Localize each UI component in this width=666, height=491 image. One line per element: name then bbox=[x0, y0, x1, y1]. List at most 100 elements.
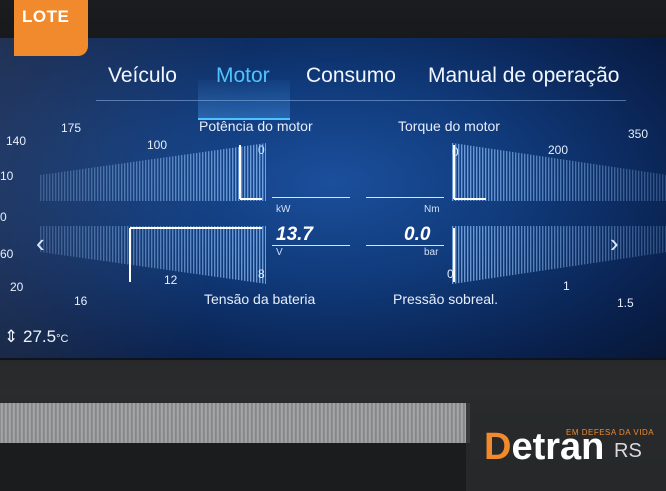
gauge-bar-segment bbox=[557, 226, 559, 269]
torque-rule-top bbox=[366, 197, 444, 198]
gauge-bar-segment bbox=[262, 143, 264, 201]
gauge-bar-segment bbox=[461, 226, 463, 283]
gauge-bar-segment bbox=[145, 226, 147, 267]
gauge-bar-segment bbox=[97, 226, 99, 261]
gauge-bar-segment bbox=[623, 226, 625, 259]
gauge-bar-segment bbox=[109, 165, 111, 201]
gauge-bar-segment bbox=[70, 226, 72, 257]
gauge-bar-segment bbox=[160, 226, 162, 270]
gauge-bar-segment bbox=[497, 226, 499, 278]
gauge-bar-segment bbox=[124, 226, 126, 264]
gauge-bar-segment bbox=[196, 226, 198, 275]
temperature-unit: °C bbox=[56, 333, 69, 345]
gauge-bar-segment bbox=[599, 164, 601, 201]
gauge-bar-segment bbox=[464, 226, 466, 283]
gauge-bar-segment bbox=[500, 150, 502, 201]
gauge-bar-segment bbox=[106, 226, 108, 262]
gauge-bar-segment bbox=[241, 146, 243, 201]
boost-tick-0: 0 bbox=[447, 267, 454, 281]
battery-title: Tensão da bateria bbox=[204, 291, 316, 307]
gauge-bar-segment bbox=[166, 226, 168, 270]
gauge-bar-segment bbox=[629, 226, 631, 258]
gauge-bar-segment bbox=[596, 226, 598, 263]
gauge-bar-segment bbox=[232, 147, 234, 201]
gauge-bar-segment bbox=[518, 152, 520, 201]
gauge-bar-segment bbox=[178, 226, 180, 272]
tab-manual-operacao[interactable]: Manual de operação bbox=[428, 64, 619, 88]
gauge-bar-segment bbox=[458, 143, 460, 201]
gauge-bar-segment bbox=[467, 226, 469, 282]
gauge-bar-segment bbox=[49, 226, 51, 254]
gauge-bar-segment bbox=[488, 148, 490, 201]
gauge-bar-segment bbox=[515, 152, 517, 201]
gauge-bar-segment bbox=[527, 226, 529, 273]
detran-logo-suffix: RS bbox=[614, 440, 642, 462]
gauge-bar-segment bbox=[656, 226, 658, 254]
gauge-bar-segment bbox=[190, 226, 192, 274]
gauge-bar-segment bbox=[121, 226, 123, 264]
gauge-bar-segment bbox=[485, 226, 487, 280]
temperature-value: 27.5 bbox=[22, 327, 57, 346]
gauge-bar-segment bbox=[61, 171, 63, 201]
gauge-bar-segment bbox=[52, 173, 54, 201]
dashboard-lower-panel bbox=[0, 443, 470, 491]
detran-logo-text: Detran bbox=[484, 426, 604, 469]
gauge-bar-segment bbox=[584, 162, 586, 201]
gauge-bar-segment bbox=[644, 171, 646, 201]
gauge-bar-segment bbox=[49, 173, 51, 201]
tab-motor[interactable]: Motor bbox=[216, 64, 270, 88]
gauge-bar-segment bbox=[602, 165, 604, 201]
gauge-bar-segment bbox=[130, 162, 132, 201]
gauge-bar-segment bbox=[103, 166, 105, 201]
gauge-bar-segment bbox=[214, 150, 216, 201]
gauge-bar-segment bbox=[250, 145, 252, 201]
gauge-bar-segment bbox=[473, 146, 475, 201]
gauge-bar-segment bbox=[503, 150, 505, 201]
gauge-bar-segment bbox=[662, 226, 664, 253]
tab-veiculo[interactable]: Veículo bbox=[108, 64, 177, 88]
gauge-bar-segment bbox=[97, 166, 99, 201]
gauge-bar-segment bbox=[491, 226, 493, 279]
tab-consumo[interactable]: Consumo bbox=[306, 64, 396, 88]
gauge-bar-segment bbox=[578, 226, 580, 266]
gauge-bar-segment bbox=[587, 163, 589, 201]
next-page-arrow-icon[interactable]: › bbox=[610, 228, 619, 259]
gauge-bar-segment bbox=[151, 159, 153, 201]
gauge-bar-segment bbox=[220, 226, 222, 278]
boost-tick-1: 1 bbox=[563, 279, 570, 293]
gauge-bar-segment bbox=[187, 226, 189, 273]
gauge-bar-segment bbox=[265, 143, 266, 201]
gauge-bar-segment bbox=[521, 226, 523, 274]
gauge-bar-segment bbox=[590, 226, 592, 264]
gauge-bar-segment bbox=[578, 161, 580, 201]
gauge-bar-segment bbox=[641, 226, 643, 256]
gauge-bar-segment bbox=[494, 226, 496, 278]
boost-gauge-bars bbox=[452, 226, 666, 284]
gauge-bar-segment bbox=[259, 143, 261, 201]
prev-page-arrow-icon[interactable]: ‹ bbox=[36, 228, 45, 259]
gauge-bar-segment bbox=[214, 226, 216, 277]
battery-tick-8: 8 bbox=[258, 267, 265, 281]
gauge-bar-segment bbox=[265, 226, 266, 284]
gauge-bar-segment bbox=[632, 169, 634, 201]
gauge-bar-segment bbox=[157, 158, 159, 201]
gauge-bar-segment bbox=[73, 226, 75, 257]
gauge-bar-segment bbox=[467, 145, 469, 201]
gauge-bar-segment bbox=[43, 174, 45, 201]
gauge-bar-segment bbox=[593, 226, 595, 263]
gauge-bar-segment bbox=[175, 155, 177, 201]
gauge-bar-segment bbox=[154, 158, 156, 201]
gauge-bar-segment bbox=[542, 156, 544, 201]
gauge-bar-segment bbox=[629, 169, 631, 201]
gauge-bar-segment bbox=[193, 153, 195, 201]
gauge-bar-segment bbox=[575, 226, 577, 266]
boost-tick-1-5: 1.5 bbox=[617, 296, 634, 310]
gauge-bar-segment bbox=[620, 226, 622, 259]
gauge-bar-segment bbox=[217, 226, 219, 278]
gauge-bar-segment bbox=[91, 167, 93, 201]
gauge-bar-segment bbox=[533, 226, 535, 272]
gauge-bar-segment bbox=[205, 226, 207, 276]
gauge-bar-segment bbox=[58, 172, 60, 201]
gauge-bar-segment bbox=[241, 226, 243, 281]
gauge-bar-segment bbox=[115, 226, 117, 263]
